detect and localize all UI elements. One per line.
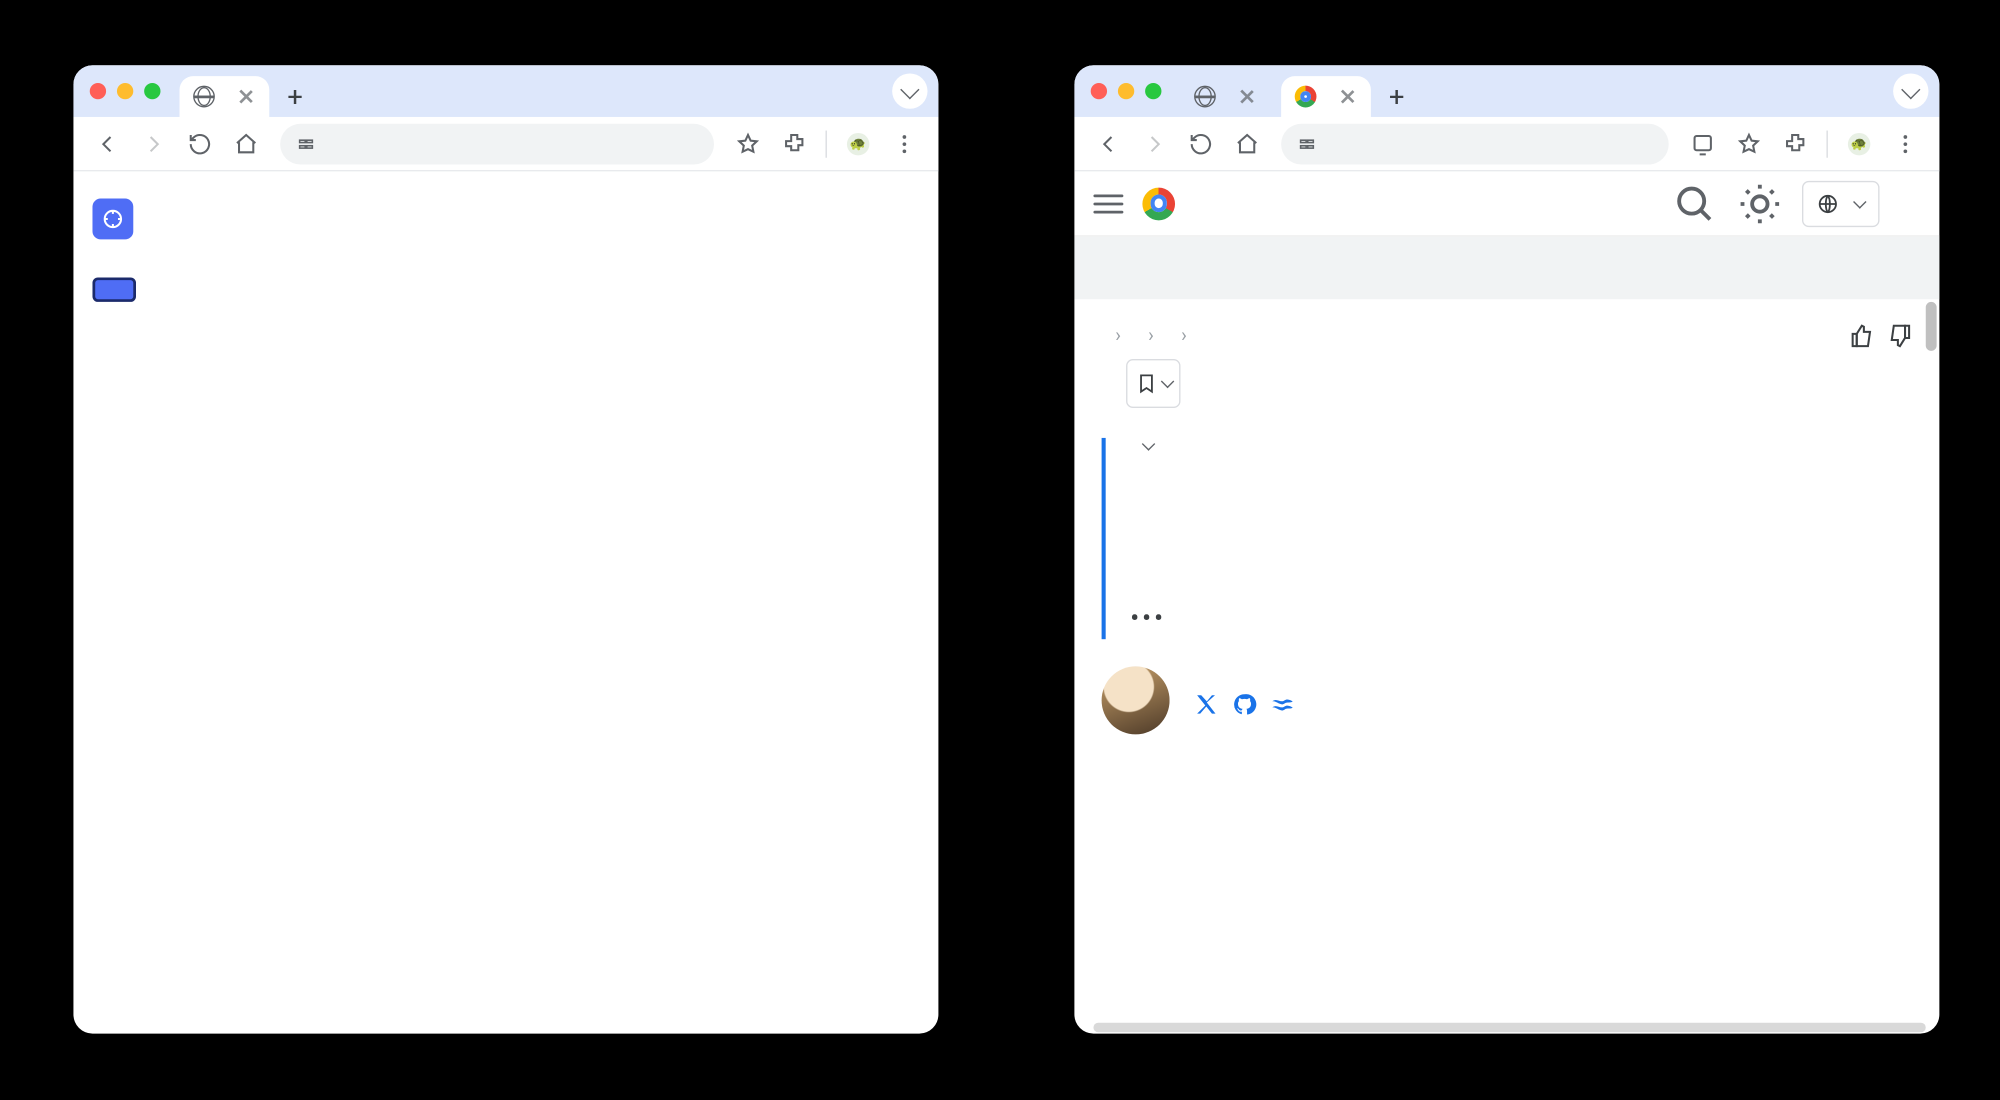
bookmark-star-button[interactable] xyxy=(728,123,769,164)
window-controls xyxy=(84,65,168,117)
forward-button[interactable] xyxy=(133,123,174,164)
search-button[interactable] xyxy=(1671,180,1717,226)
tab-overflow-button[interactable] xyxy=(892,73,927,108)
svg-text:🐢: 🐢 xyxy=(850,137,866,152)
toc-item[interactable] xyxy=(1130,487,1912,514)
chrome-logo-icon xyxy=(1142,187,1175,220)
window-controls xyxy=(1085,65,1169,117)
extensions-button[interactable] xyxy=(1775,123,1816,164)
toc-more[interactable]: ••• xyxy=(1130,596,1912,634)
back-button[interactable] xyxy=(1088,123,1129,164)
feedback-prompt xyxy=(1836,324,1912,348)
horizontal-scrollbar[interactable] xyxy=(1093,1023,1925,1033)
page-content: › › › xyxy=(1074,171,1939,1033)
forward-button[interactable] xyxy=(1134,123,1175,164)
tab-overflow-button[interactable] xyxy=(1893,73,1928,108)
reload-button[interactable] xyxy=(180,123,221,164)
close-tab-icon[interactable] xyxy=(237,87,256,106)
chevron-down-icon xyxy=(1160,375,1173,388)
toc-item[interactable] xyxy=(1130,541,1912,568)
thumbs-down-icon[interactable] xyxy=(1888,324,1912,348)
fullscreen-window-icon[interactable] xyxy=(144,83,160,99)
section-subheader xyxy=(1074,237,1939,300)
breadcrumb: › › › xyxy=(1102,325,1201,347)
separator xyxy=(1826,130,1827,157)
close-window-icon[interactable] xyxy=(90,83,106,99)
chevron-down-icon xyxy=(1901,79,1920,98)
glitch-icon[interactable] xyxy=(1270,692,1294,716)
home-button[interactable] xyxy=(1227,123,1268,164)
menu-button[interactable] xyxy=(1885,123,1926,164)
thumbs-up-icon[interactable] xyxy=(1850,324,1874,348)
globe-icon xyxy=(193,86,215,108)
github-icon[interactable] xyxy=(1232,692,1256,716)
toc-item[interactable] xyxy=(1130,568,1912,595)
chevron-down-icon xyxy=(1142,437,1155,450)
address-bar[interactable] xyxy=(1281,123,1669,164)
separator xyxy=(826,130,827,157)
site-settings-icon[interactable] xyxy=(296,134,315,153)
table-of-contents: ••• xyxy=(1102,438,1913,639)
article-intro xyxy=(1074,734,1939,758)
close-window-icon[interactable] xyxy=(1091,83,1107,99)
globe-icon xyxy=(1194,86,1216,108)
tab-active[interactable] xyxy=(1281,76,1371,117)
toolbar: 🐢 xyxy=(73,117,938,171)
author-avatar xyxy=(1102,666,1170,734)
theme-toggle-button[interactable] xyxy=(1737,180,1783,226)
tab-strip: + xyxy=(1074,65,1939,117)
globe-icon xyxy=(1817,192,1839,214)
tab-active[interactable] xyxy=(180,76,270,117)
toc-item[interactable] xyxy=(1130,514,1912,541)
chevron-down-icon xyxy=(1853,195,1866,208)
minimize-window-icon[interactable] xyxy=(117,83,133,99)
address-bar[interactable] xyxy=(280,123,714,164)
page-content xyxy=(73,171,938,1033)
menu-button[interactable] xyxy=(884,123,925,164)
article-body: › › › xyxy=(1074,299,1939,1033)
profile-button[interactable]: 🐢 xyxy=(1839,123,1880,164)
install-app-button[interactable] xyxy=(1682,123,1723,164)
close-tab-icon[interactable] xyxy=(1238,87,1257,106)
bookmark-icon xyxy=(1135,373,1157,395)
site-header xyxy=(1074,171,1939,236)
page-heading xyxy=(92,199,919,240)
language-selector[interactable] xyxy=(1802,180,1880,226)
home-button[interactable] xyxy=(226,123,267,164)
new-tab-button[interactable]: + xyxy=(277,79,312,114)
fullscreen-window-icon[interactable] xyxy=(1145,83,1161,99)
extensions-button[interactable] xyxy=(774,123,815,164)
reload-button[interactable] xyxy=(1180,123,1221,164)
toc-toggle[interactable] xyxy=(1130,443,1912,448)
bookmark-star-button[interactable] xyxy=(1729,123,1770,164)
chevron-down-icon xyxy=(900,79,919,98)
menu-icon[interactable] xyxy=(1093,188,1123,218)
browser-window-right: + 🐢 xyxy=(1074,65,1939,1033)
chrome-icon xyxy=(1295,86,1317,108)
toolbar: 🐢 xyxy=(1074,117,1939,171)
toc-item[interactable] xyxy=(1130,460,1912,487)
author-block xyxy=(1074,653,1939,735)
profile-button[interactable]: 🐢 xyxy=(838,123,879,164)
minimize-window-icon[interactable] xyxy=(1118,83,1134,99)
site-settings-icon[interactable] xyxy=(1297,134,1316,153)
bookmark-button[interactable] xyxy=(1126,359,1180,408)
x-twitter-icon[interactable] xyxy=(1194,692,1218,716)
tab-strip: + xyxy=(73,65,938,117)
new-tab-button[interactable]: + xyxy=(1379,79,1414,114)
get-data-button[interactable] xyxy=(92,277,136,301)
browser-window-left: + 🐢 xyxy=(73,65,938,1033)
vertical-scrollbar[interactable] xyxy=(1926,302,1937,351)
close-tab-icon[interactable] xyxy=(1338,87,1357,106)
back-button[interactable] xyxy=(87,123,128,164)
svg-text:🐢: 🐢 xyxy=(1851,137,1868,152)
devtools-icon xyxy=(92,199,133,240)
tab-inactive[interactable] xyxy=(1180,76,1270,117)
